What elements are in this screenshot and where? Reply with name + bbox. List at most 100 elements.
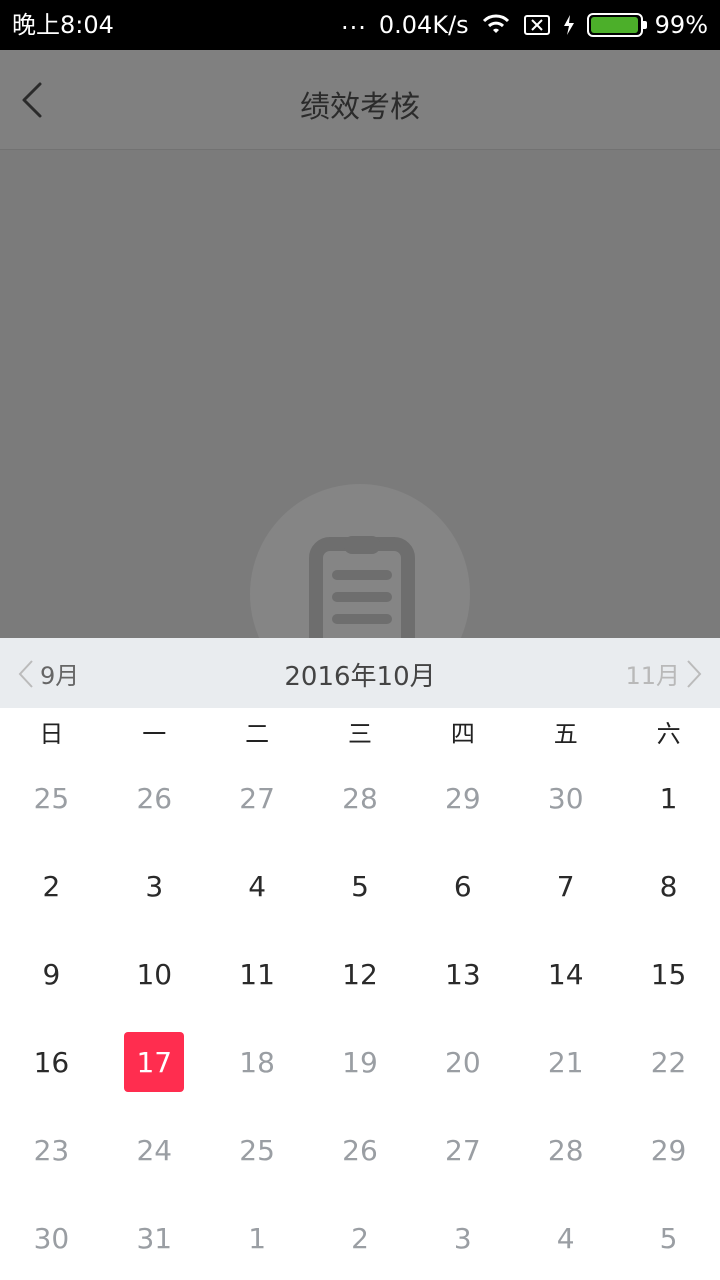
calendar-day[interactable]: 25 xyxy=(206,1106,309,1194)
day-number: 8 xyxy=(659,869,678,903)
calendar-day[interactable]: 1 xyxy=(617,754,720,842)
day-number: 7 xyxy=(556,869,575,903)
calendar-day[interactable]: 13 xyxy=(411,930,514,1018)
calendar-day[interactable]: 20 xyxy=(411,1018,514,1106)
day-number: 3 xyxy=(453,1221,472,1255)
calendar-day[interactable]: 2 xyxy=(0,842,103,930)
day-number: 5 xyxy=(351,869,369,903)
wifi-icon xyxy=(482,14,509,33)
calendar-day[interactable]: 6 xyxy=(411,842,514,930)
status-time: 晚上8:04 xyxy=(12,11,114,39)
day-number: 13 xyxy=(445,957,481,991)
calendar-day[interactable]: 9 xyxy=(0,930,103,1018)
calendar-day[interactable]: 16 xyxy=(0,1018,103,1106)
charging-icon xyxy=(563,15,574,35)
current-month: 2016年10月 xyxy=(284,662,436,692)
weekday-label: 日 xyxy=(39,719,64,748)
day-number: 15 xyxy=(650,957,687,991)
day-number: 9 xyxy=(42,957,61,991)
day-number: 30 xyxy=(33,1221,70,1255)
calendar-day[interactable]: 27 xyxy=(206,754,309,842)
day-number: 26 xyxy=(136,781,173,815)
day-number: 25 xyxy=(239,1133,275,1167)
day-number: 20 xyxy=(445,1045,481,1079)
day-number: 3 xyxy=(145,869,164,903)
day-number: 4 xyxy=(248,869,267,903)
calendar-day[interactable]: 19 xyxy=(309,1018,412,1106)
day-number: 24 xyxy=(136,1133,173,1167)
calendar-day[interactable]: 30 xyxy=(0,1194,103,1280)
battery-percent: 99% xyxy=(654,11,708,39)
calendar-day[interactable]: 22 xyxy=(617,1018,720,1106)
day-number: 27 xyxy=(239,781,275,815)
calendar-day[interactable]: 12 xyxy=(309,930,412,1018)
calendar-day[interactable]: 29 xyxy=(617,1106,720,1194)
day-number: 18 xyxy=(239,1045,275,1079)
status-bar: 晚上8:04 ... 0.04K/s 99% xyxy=(0,0,720,50)
day-number: 31 xyxy=(136,1221,173,1255)
calendar-day[interactable]: 3 xyxy=(103,842,206,930)
calendar-day[interactable]: 21 xyxy=(514,1018,617,1106)
calendar-day[interactable]: 8 xyxy=(617,842,720,930)
calendar-day[interactable]: 4 xyxy=(206,842,309,930)
calendar-day[interactable]: 28 xyxy=(309,754,412,842)
status-right: ... 0.04K/s 99% xyxy=(341,7,708,40)
day-number: 29 xyxy=(445,781,481,815)
calendar-day[interactable]: 1 xyxy=(206,1194,309,1280)
calendar-day[interactable]: 3 xyxy=(411,1194,514,1280)
calendar-day[interactable]: 30 xyxy=(514,754,617,842)
calendar-day[interactable]: 28 xyxy=(514,1106,617,1194)
day-number: 28 xyxy=(342,781,378,815)
day-number: 16 xyxy=(33,1045,70,1079)
page-title: 绩效考核 xyxy=(300,90,420,125)
day-number: 4 xyxy=(556,1221,575,1255)
calendar-day[interactable]: 7 xyxy=(514,842,617,930)
day-number: 22 xyxy=(650,1045,687,1079)
day-number: 1 xyxy=(659,781,678,815)
calendar-day[interactable]: 31 xyxy=(103,1194,206,1280)
day-number: 17 xyxy=(124,1032,185,1092)
status-dots: ... xyxy=(341,7,367,35)
weekday-label: 六 xyxy=(656,719,681,748)
calendar-day[interactable]: 18 xyxy=(206,1018,309,1106)
battery-fill xyxy=(590,17,639,33)
chevron-right-icon xyxy=(687,659,702,688)
day-number: 6 xyxy=(453,869,472,903)
app-header: 绩效考核 xyxy=(0,50,720,150)
day-number: 1 xyxy=(248,1221,267,1255)
network-speed: 0.04K/s xyxy=(378,11,469,39)
calendar-day[interactable]: 2 xyxy=(309,1194,412,1280)
calendar-day[interactable]: 25 xyxy=(0,754,103,842)
next-month-button[interactable]: 11月 xyxy=(625,656,702,691)
calendar-picker: 9月 2016年10月 11月 日 一 二 三 四 五 六 25 26 27 28 29… xyxy=(0,638,720,1280)
calendar-day[interactable]: 26 xyxy=(103,754,206,842)
calendar-day[interactable]: 5 xyxy=(617,1194,720,1280)
day-number: 21 xyxy=(547,1045,584,1079)
calendar-day[interactable]: 24 xyxy=(103,1106,206,1194)
calendar-day[interactable]: 26 xyxy=(309,1106,412,1194)
day-number: 25 xyxy=(33,781,70,815)
weekday-label: 二 xyxy=(245,719,270,748)
calendar-day-selected[interactable]: 17 xyxy=(103,1018,206,1106)
day-number: 27 xyxy=(445,1133,481,1167)
calendar-day[interactable]: 23 xyxy=(0,1106,103,1194)
day-number: 11 xyxy=(239,957,275,991)
calendar-day[interactable]: 14 xyxy=(514,930,617,1018)
calendar-day[interactable]: 11 xyxy=(206,930,309,1018)
weekday-label: 五 xyxy=(553,719,578,748)
day-number: 10 xyxy=(136,957,173,991)
weekday-label: 四 xyxy=(450,719,475,748)
calendar-day[interactable]: 5 xyxy=(309,842,412,930)
day-number: 26 xyxy=(342,1133,378,1167)
calendar-day[interactable]: 27 xyxy=(411,1106,514,1194)
calendar-day[interactable]: 15 xyxy=(617,930,720,1018)
next-month-label: 11月 xyxy=(625,662,680,690)
calendar-day[interactable]: 4 xyxy=(514,1194,617,1280)
calendar-day[interactable]: 10 xyxy=(103,930,206,1018)
calendar-day[interactable]: 29 xyxy=(411,754,514,842)
battery-icon xyxy=(586,13,647,37)
day-number: 29 xyxy=(650,1133,687,1167)
calendar-header: 9月 2016年10月 11月 xyxy=(0,638,720,708)
day-number: 2 xyxy=(351,1221,369,1255)
day-number: 23 xyxy=(33,1133,70,1167)
